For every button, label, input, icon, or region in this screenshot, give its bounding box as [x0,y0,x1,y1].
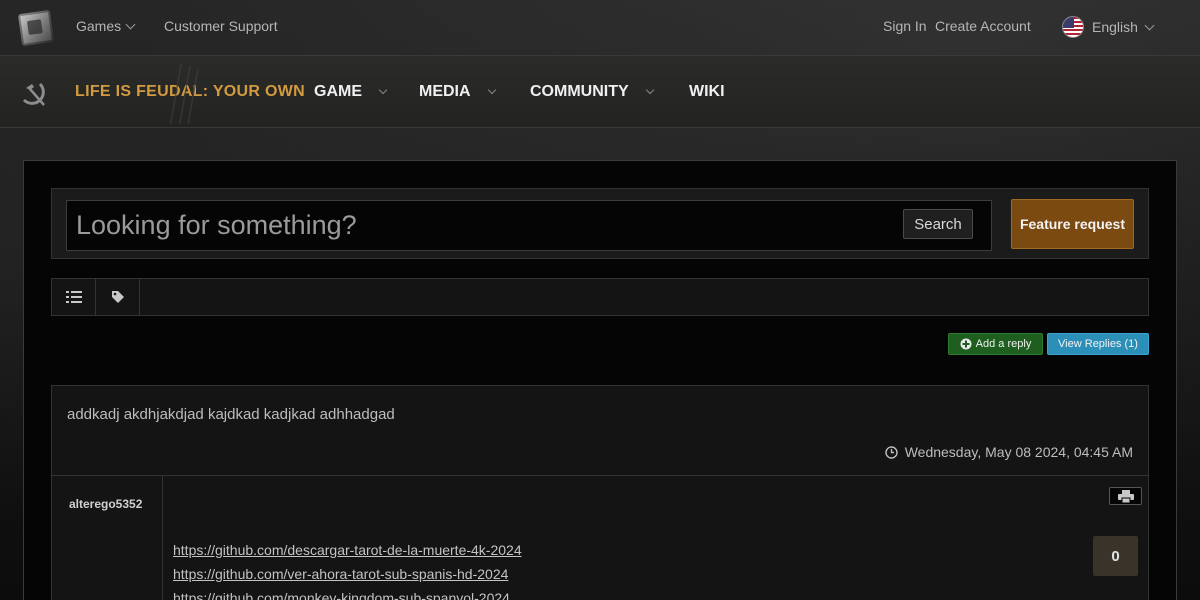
feature-request-button[interactable]: Feature request [1011,199,1134,249]
create-account-link[interactable]: Create Account [935,18,1031,34]
customer-support-link[interactable]: Customer Support [164,18,278,34]
claw-mark-decoration [170,64,200,124]
search-input[interactable] [76,204,876,246]
post-title: addkadj akdhjakdjad kajdkad kadjkad adhh… [67,406,395,423]
tab-tags[interactable] [96,279,140,315]
add-reply-button[interactable]: Add a reply [948,333,1043,355]
chevron-down-icon [378,85,388,95]
post-date: Wednesday, May 08 2024, 04:45 AM [885,444,1133,460]
main-nav: LIFE IS FEUDAL: YOUR OWN GAME MEDIA COMM… [0,55,1200,128]
tab-list-view[interactable] [52,279,96,315]
nav-media[interactable]: MEDIA [419,83,496,101]
nav-media-label: MEDIA [419,83,471,100]
plus-circle-icon [960,338,972,350]
vote-count[interactable]: 0 [1093,536,1138,576]
hammer-sickle-icon[interactable] [20,80,50,110]
post-links: https://github.com/descargar-tarot-de-la… [173,538,522,600]
clock-icon [885,445,898,459]
top-bar: Games Customer Support Sign In Create Ac… [0,0,1200,54]
add-reply-label: Add a reply [975,338,1032,350]
nav-wiki[interactable]: WIKI [689,83,725,101]
site-logo-icon[interactable] [17,9,55,47]
print-icon [1117,489,1134,503]
view-replies-button[interactable]: View Replies (1) [1047,333,1149,355]
post-link[interactable]: https://github.com/descargar-tarot-de-la… [173,538,522,562]
language-selector[interactable]: English [1062,16,1155,38]
divider [162,476,163,600]
list-icon [65,291,82,303]
language-label: English [1092,19,1138,35]
us-flag-icon [1062,16,1084,38]
divider [52,475,1148,476]
print-button[interactable] [1109,487,1142,505]
view-tabs [51,278,1149,316]
nav-community-label: COMMUNITY [530,83,629,100]
games-menu[interactable]: Games [76,18,136,34]
sign-in-link[interactable]: Sign In [883,18,927,34]
post-date-text: Wednesday, May 08 2024, 04:45 AM [904,444,1133,460]
post-author[interactable]: alterego5352 [69,497,142,511]
nav-game-label: GAME [314,83,362,100]
tag-icon [111,291,124,303]
chevron-down-icon [487,85,496,95]
search-button[interactable]: Search [903,209,973,239]
nav-wiki-label: WIKI [689,83,725,100]
nav-community[interactable]: COMMUNITY [530,83,654,101]
post-link[interactable]: https://github.com/monkey-kingdom-sub-sp… [173,586,522,600]
chevron-down-icon [1144,20,1155,30]
chevron-down-icon [645,85,654,95]
post-link[interactable]: https://github.com/ver-ahora-tarot-sub-s… [173,562,522,586]
chevron-down-icon [125,19,136,29]
nav-game[interactable]: GAME [314,83,388,101]
games-label: Games [76,18,122,34]
